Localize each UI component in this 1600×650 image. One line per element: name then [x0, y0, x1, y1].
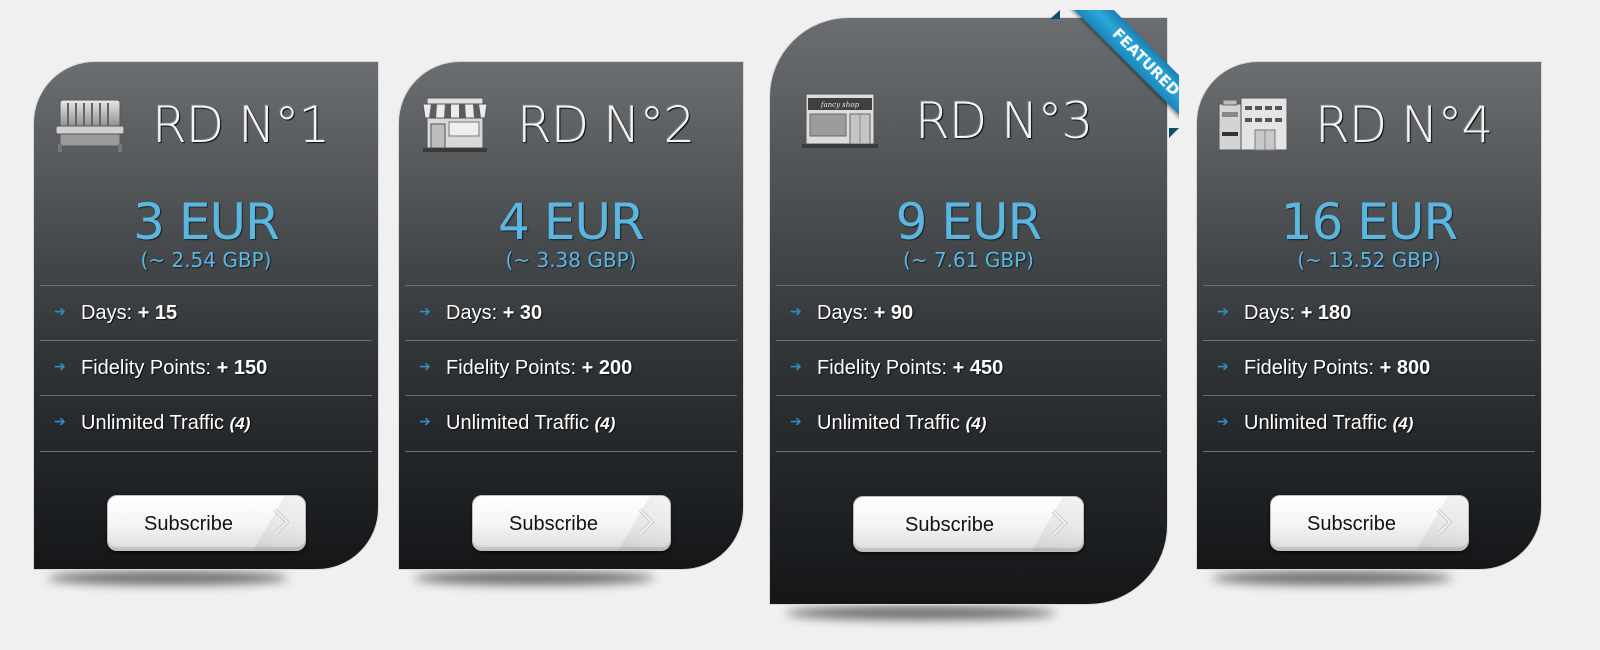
feature-fidelity-points: ➔ Fidelity Points: + 150 — [40, 340, 372, 395]
subscribe-label: Subscribe — [144, 513, 233, 535]
chevron-right-icon — [638, 508, 655, 536]
feature-days: ➔ Days: + 15 — [40, 285, 372, 340]
card-shadow — [786, 606, 1056, 620]
arrow-right-icon: ➔ — [1217, 303, 1229, 319]
plan-price: 4 EUR — [498, 193, 645, 251]
chevron-right-icon — [1051, 509, 1068, 537]
svg-text:fancy shop: fancy shop — [820, 101, 860, 109]
plan-price: 9 EUR — [895, 193, 1043, 251]
feature-list: ➔ Days: + 180 ➔ Fidelity Points: + 800 ➔ Un… — [1203, 285, 1535, 452]
feature-days: ➔ Days: + 90 — [776, 285, 1161, 340]
subscribe-button[interactable]: Subscribe — [853, 496, 1084, 552]
arrow-right-icon: ➔ — [790, 303, 802, 319]
subscribe-button[interactable]: Subscribe — [472, 495, 671, 551]
market-stall-icon — [422, 97, 488, 152]
plan-price: 3 EUR — [133, 193, 280, 251]
card-header: fancy shop RD N°3 — [770, 88, 1167, 154]
feature-traffic: ➔ Unlimited Traffic (4) — [776, 395, 1161, 452]
feature-fidelity-points: ➔ Fidelity Points: + 450 — [776, 340, 1161, 395]
subscribe-button[interactable]: Subscribe — [1270, 495, 1469, 551]
subscribe-label: Subscribe — [509, 513, 598, 535]
plan-title: RD N°3 — [915, 92, 1093, 150]
card-shadow — [414, 571, 654, 585]
pricing-card-rd4: RD N°4 16 EUR (~ 13.52 GBP) ➔ Days: + 180… — [1196, 61, 1542, 570]
card-header: RD N°1 — [34, 92, 378, 158]
plan-title: RD N°4 — [1315, 96, 1493, 154]
card-header: RD N°4 — [1197, 92, 1541, 158]
feature-list: ➔ Days: + 30 ➔ Fidelity Points: + 200 ➔ Unl… — [405, 285, 737, 452]
pricing-card-rd3: FEATURED fancy shop RD N°3 9 EUR (~ 7.61… — [769, 10, 1179, 605]
arrow-right-icon: ➔ — [419, 303, 431, 319]
card-header: RD N°2 — [399, 92, 743, 158]
shop-icon: fancy shop — [802, 93, 878, 148]
plan-price-gbp: (~ 13.52 GBP) — [1297, 248, 1441, 272]
subscribe-button[interactable]: Subscribe — [107, 495, 306, 551]
card-shadow — [1212, 571, 1452, 585]
subscribe-label: Subscribe — [905, 514, 994, 536]
plan-price-gbp: (~ 3.38 GBP) — [505, 248, 637, 272]
feature-fidelity-points: ➔ Fidelity Points: + 200 — [405, 340, 737, 395]
plan-price-gbp: (~ 7.61 GBP) — [903, 248, 1034, 272]
plan-title: RD N°1 — [152, 96, 330, 154]
arrow-right-icon: ➔ — [1217, 358, 1229, 374]
feature-list: ➔ Days: + 90 ➔ Fidelity Points: + 450 ➔ Unl… — [776, 285, 1161, 452]
chevron-right-icon — [273, 508, 290, 536]
subscribe-label: Subscribe — [1307, 513, 1396, 535]
plan-price-gbp: (~ 2.54 GBP) — [140, 248, 272, 272]
arrow-right-icon: ➔ — [1217, 413, 1229, 429]
arrow-right-icon: ➔ — [54, 358, 66, 374]
card-shadow — [48, 571, 288, 585]
office-building-icon — [1218, 97, 1288, 151]
arrow-right-icon: ➔ — [790, 413, 802, 429]
pricing-card-rd2: RD N°2 4 EUR (~ 3.38 GBP) ➔ Days: + 30 ➔ F… — [398, 61, 744, 570]
feature-days: ➔ Days: + 180 — [1203, 285, 1535, 340]
arrow-right-icon: ➔ — [54, 413, 66, 429]
plan-title: RD N°2 — [517, 96, 695, 154]
feature-traffic: ➔ Unlimited Traffic (4) — [1203, 395, 1535, 452]
arrow-right-icon: ➔ — [419, 413, 431, 429]
pricing-card-rd1: RD N°1 3 EUR (~ 2.54 GBP) ➔ Days: + 15 ➔ F… — [33, 61, 379, 570]
arrow-right-icon: ➔ — [790, 358, 802, 374]
feature-traffic: ➔ Unlimited Traffic (4) — [40, 395, 372, 452]
bench-icon — [55, 99, 125, 152]
feature-traffic: ➔ Unlimited Traffic (4) — [405, 395, 737, 452]
feature-fidelity-points: ➔ Fidelity Points: + 800 — [1203, 340, 1535, 395]
plan-price: 16 EUR — [1280, 193, 1458, 251]
feature-list: ➔ Days: + 15 ➔ Fidelity Points: + 150 ➔ Unl… — [40, 285, 372, 452]
chevron-right-icon — [1436, 508, 1453, 536]
arrow-right-icon: ➔ — [419, 358, 431, 374]
feature-days: ➔ Days: + 30 — [405, 285, 737, 340]
arrow-right-icon: ➔ — [54, 303, 66, 319]
